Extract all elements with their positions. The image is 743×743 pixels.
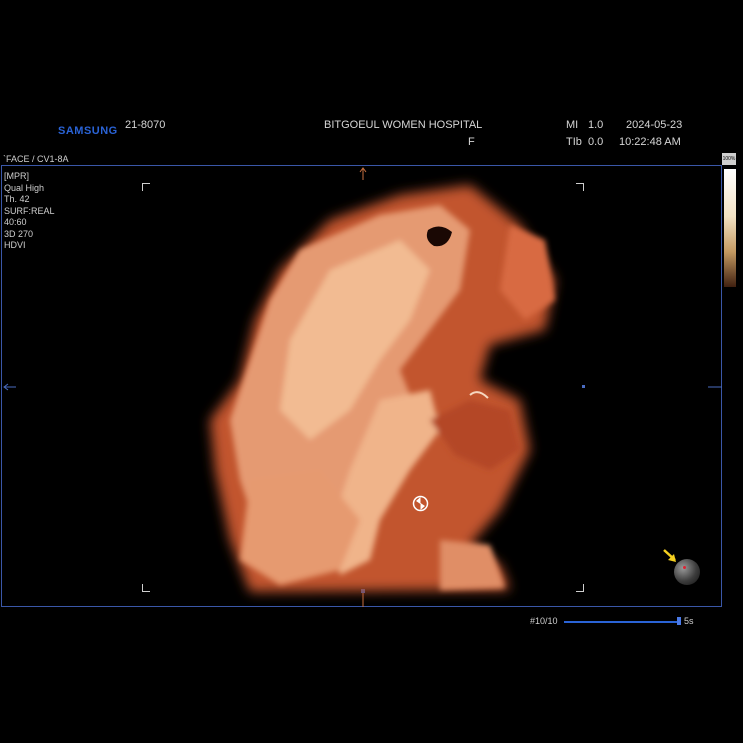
cine-duration: 5s	[684, 616, 694, 626]
sphere-marker	[683, 566, 686, 569]
rendered-face-image	[210, 185, 555, 592]
orientation-sphere-icon[interactable]	[674, 559, 700, 585]
cine-handle[interactable]	[677, 617, 681, 625]
cine-frame-counter: #10/10	[530, 616, 558, 626]
rotate-icon[interactable]	[412, 495, 429, 512]
cine-progress-bar[interactable]	[564, 621, 681, 623]
